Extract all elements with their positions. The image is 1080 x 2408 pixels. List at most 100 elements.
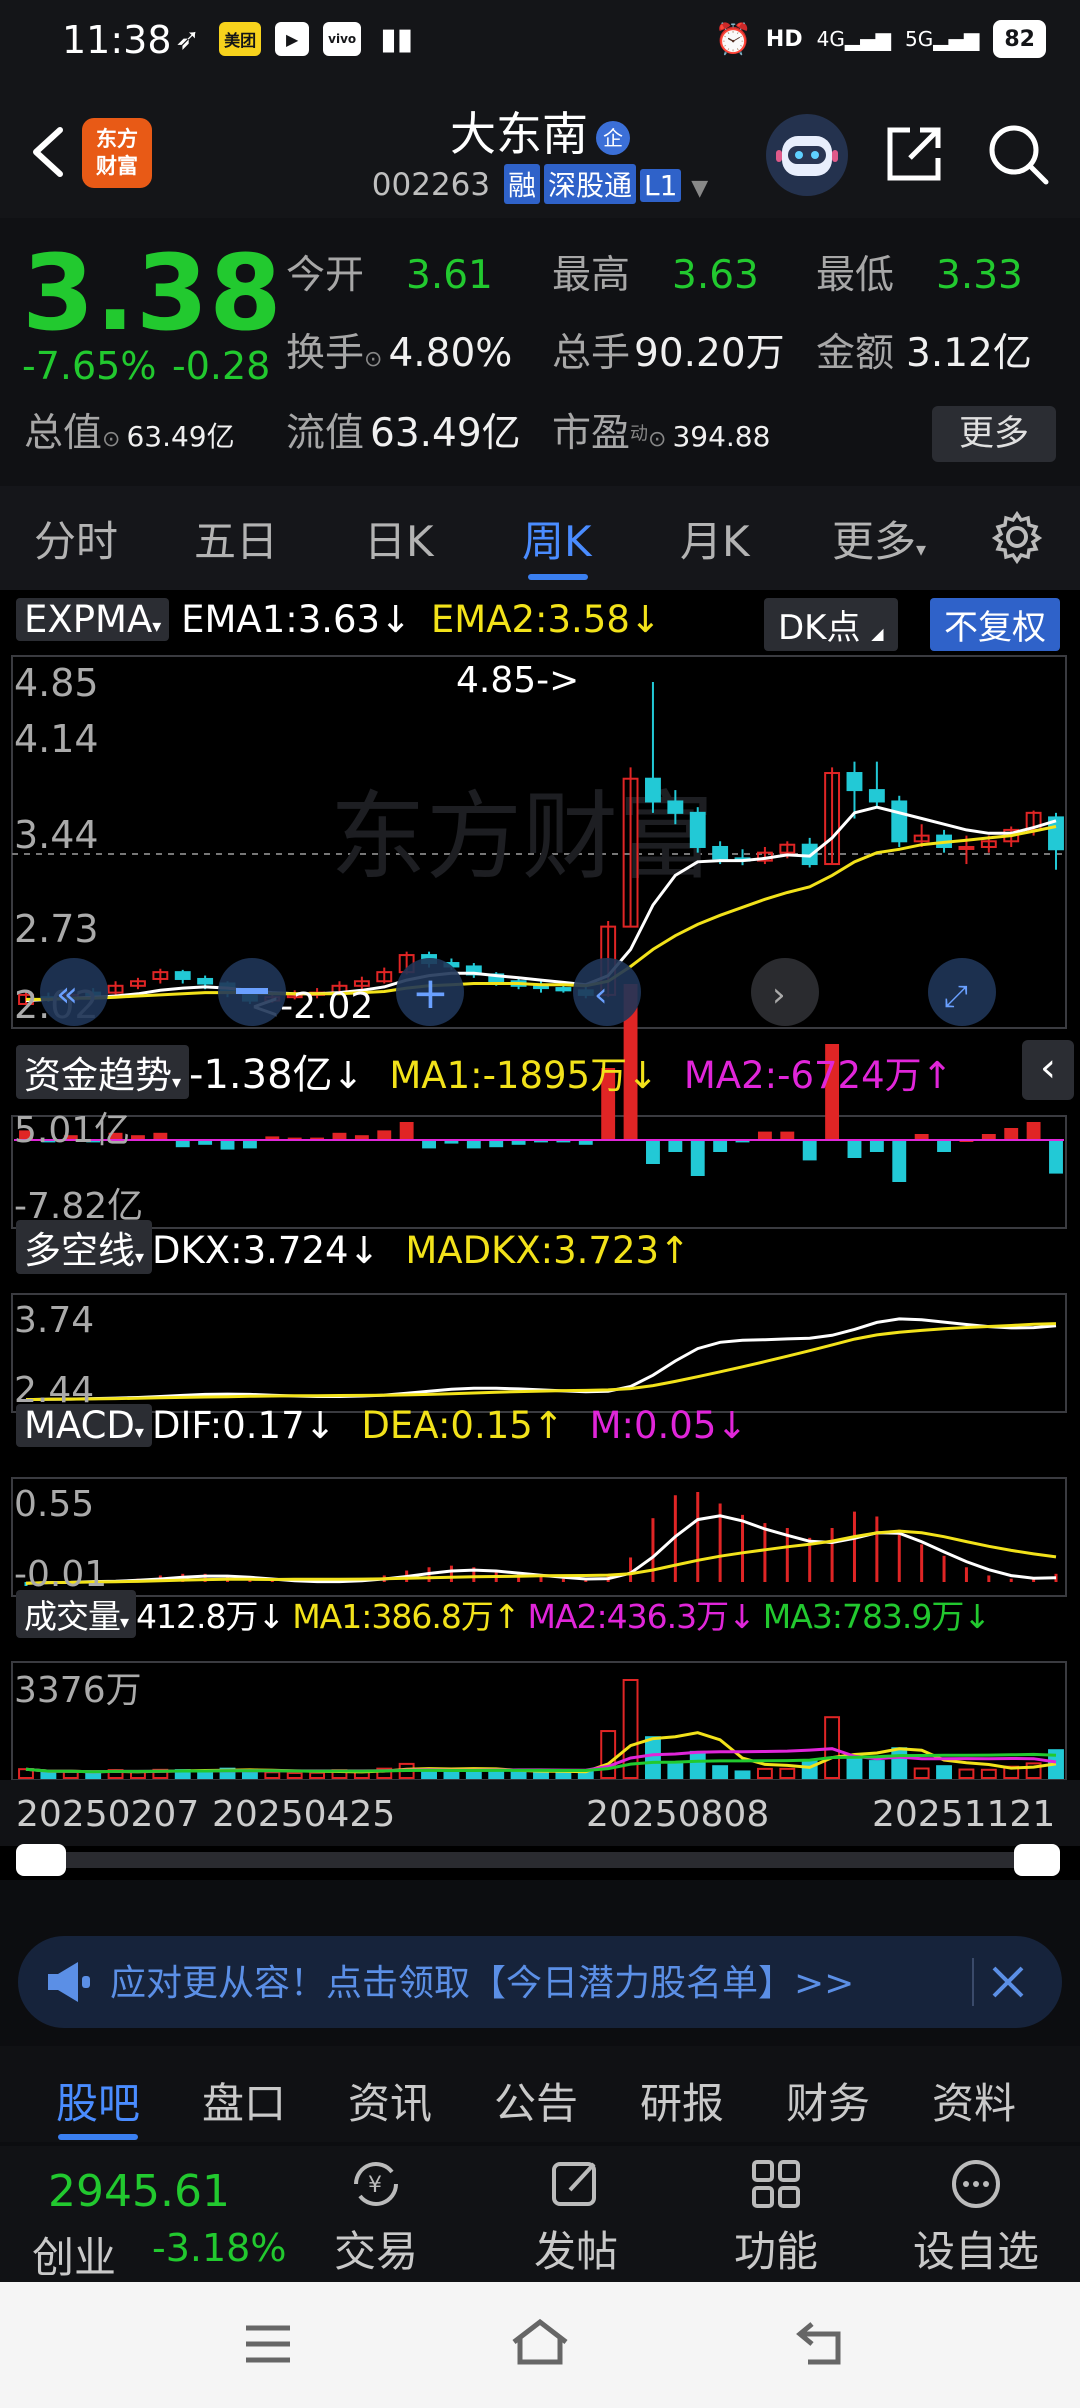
home-icon[interactable]	[508, 2316, 572, 2368]
change-amount: -0.28	[172, 344, 271, 388]
fund-bar	[332, 1132, 347, 1140]
assistant-robot-icon[interactable]	[766, 114, 848, 196]
volume-bar	[734, 1770, 751, 1780]
fund-chart-frame	[11, 1115, 1067, 1229]
book-icon: ▮▮	[380, 21, 414, 57]
dkx-indicator-header: 多空线▾ DKX:3.724↓ MADKX:3.723↑	[16, 1220, 690, 1274]
candle-body	[667, 800, 684, 814]
tab-five-day[interactable]: 五日	[194, 508, 278, 569]
tab-announcements[interactable]: 公告	[494, 2070, 578, 2131]
chevron-right-icon: ›	[772, 975, 786, 1015]
hd-icon: HD	[765, 26, 803, 52]
svg-text:¥: ¥	[368, 2173, 382, 2198]
volume-bar	[891, 1747, 908, 1780]
post-button[interactable]: 发帖	[526, 2154, 626, 2279]
indicator-select-macd[interactable]: MACD▾	[16, 1404, 152, 1447]
indicator-select-fund[interactable]: 资金趋势▾	[16, 1045, 190, 1099]
chart-nav-buttons: « + ‹ › ⤢	[40, 958, 996, 1026]
promo-text: 应对更从容！点击领取【今日潜力股名单】>>	[110, 1963, 855, 2004]
tab-news[interactable]: 资讯	[348, 2070, 432, 2131]
candle-body	[197, 977, 214, 985]
chart-area[interactable]: EXPMA▾ EMA1:3.63↓ EMA2:3.58↓ DK点 ◢ 不复权 东…	[0, 590, 1080, 1880]
tab-financials[interactable]: 财务	[786, 2070, 870, 2131]
tag-connect: 深股通	[544, 164, 637, 204]
index-ticker[interactable]: 2945.61 创业 -3.18%	[0, 2146, 300, 2282]
y-tick-1: 4.85	[14, 661, 99, 705]
stock-header: 东方 财富 大东南企 002263 融深股通 L1 ▼	[0, 84, 1080, 218]
fund-bar	[802, 1140, 817, 1161]
signal-4g-icon: 4G▂▄▆	[816, 27, 891, 51]
minus-icon	[236, 988, 268, 994]
status-app-icons: ➶ 美团 ▶ vivo ▮▮	[170, 21, 418, 57]
tab-orderbook[interactable]: 盘口	[202, 2070, 286, 2131]
indicator-select-volume[interactable]: 成交量▾	[16, 1590, 137, 1638]
volume-bar	[40, 1771, 57, 1779]
tab-profile[interactable]: 资料	[932, 2070, 1016, 2131]
share-icon[interactable]	[882, 122, 946, 186]
function-button[interactable]: 功能	[726, 2154, 826, 2279]
more-button[interactable]: 更多	[932, 406, 1056, 462]
active-tab-underline	[528, 574, 588, 580]
volume-bar	[443, 1770, 460, 1779]
fund-bar	[242, 1140, 257, 1149]
info-icon: ⊙	[102, 427, 121, 452]
volume-bar	[958, 1768, 975, 1780]
trade-icon: ¥	[354, 2162, 398, 2206]
candle-body	[689, 811, 706, 848]
plus-icon: +	[412, 968, 449, 1019]
settings-gear-icon[interactable]	[990, 510, 1044, 564]
bottom-action-bar: 2945.61 创业 -3.18% ¥ 交易 发帖 功能 设自选	[0, 2146, 1080, 2282]
fund-bar	[690, 1140, 705, 1176]
quote-panel: 3.38 -7.65% -0.28 今开 3.61 最高 3.63 最低 3.33 换…	[0, 218, 1080, 486]
close-icon[interactable]	[988, 1962, 1028, 2002]
candle-body	[645, 777, 661, 803]
volume-bar	[533, 1771, 549, 1779]
fund-bar	[668, 1140, 683, 1152]
fund-bar	[847, 1140, 862, 1158]
dif-line	[25, 1514, 1057, 1585]
dkx-y-tick-1: 3.74	[14, 1300, 94, 1341]
indicator-plots	[14, 984, 1064, 1780]
candle-body	[712, 845, 729, 860]
indicator-select-dkx[interactable]: 多空线▾	[16, 1220, 153, 1274]
tab-daily-k[interactable]: 日K	[364, 508, 434, 569]
y-tick-2: 4.14	[14, 717, 99, 761]
status-right: ⏰ HD 4G▂▄▆ 5G▂▄▆ 82	[715, 20, 1046, 58]
collapse-panel-button[interactable]: ‹	[1022, 1040, 1074, 1100]
chevron-left-icon: ‹	[594, 975, 608, 1015]
date-4: 20251121	[872, 1794, 1055, 1835]
tab-intraday[interactable]: 分时	[34, 508, 118, 569]
volume-bar	[510, 1770, 527, 1779]
status-bar: 11:38 ➶ 美团 ▶ vivo ▮▮ ⏰ HD 4G▂▄▆ 5G▂▄▆ 82	[0, 0, 1080, 84]
play-icon: ▶	[275, 22, 310, 56]
info-icon: ⊙	[364, 347, 383, 372]
date-1: 20250207	[16, 1794, 199, 1835]
candle-body	[555, 987, 572, 992]
fund-bar	[869, 1140, 884, 1152]
trade-button[interactable]: ¥ 交易	[326, 2154, 426, 2279]
candle-body	[174, 971, 191, 980]
add-watchlist-button[interactable]: 设自选	[906, 2154, 1046, 2279]
tab-monthly-k[interactable]: 月K	[680, 508, 750, 569]
volume-bar	[868, 1760, 885, 1780]
search-icon[interactable]	[984, 120, 1052, 188]
fund-bar	[220, 1140, 235, 1150]
volume-bar	[846, 1755, 863, 1780]
quote-pe: 市盈动⊙ 394.88	[552, 411, 771, 456]
y-tick-4: 2.73	[14, 907, 99, 951]
status-time: 11:38	[62, 18, 172, 62]
tab-more[interactable]: 更多▾	[832, 508, 926, 569]
promo-banner[interactable]: 应对更从容！点击领取【今日潜力股名单】>>	[18, 1936, 1062, 2028]
tab-weekly-k[interactable]: 周K	[522, 508, 592, 569]
back-nav-icon[interactable]	[794, 2318, 846, 2368]
fund-bar	[646, 1140, 660, 1164]
menu-icon[interactable]	[242, 2322, 294, 2366]
date-2: 20250425	[212, 1794, 395, 1835]
fund-bar	[713, 1140, 728, 1152]
tab-forum[interactable]: 股吧	[56, 2070, 140, 2131]
quote-volume: 总手 90.20万	[552, 331, 785, 376]
bottom-tab-underline	[58, 2134, 138, 2140]
volume-bar	[936, 1765, 952, 1780]
tab-research[interactable]: 研报	[640, 2070, 724, 2131]
range-handle-left	[16, 1844, 66, 1876]
